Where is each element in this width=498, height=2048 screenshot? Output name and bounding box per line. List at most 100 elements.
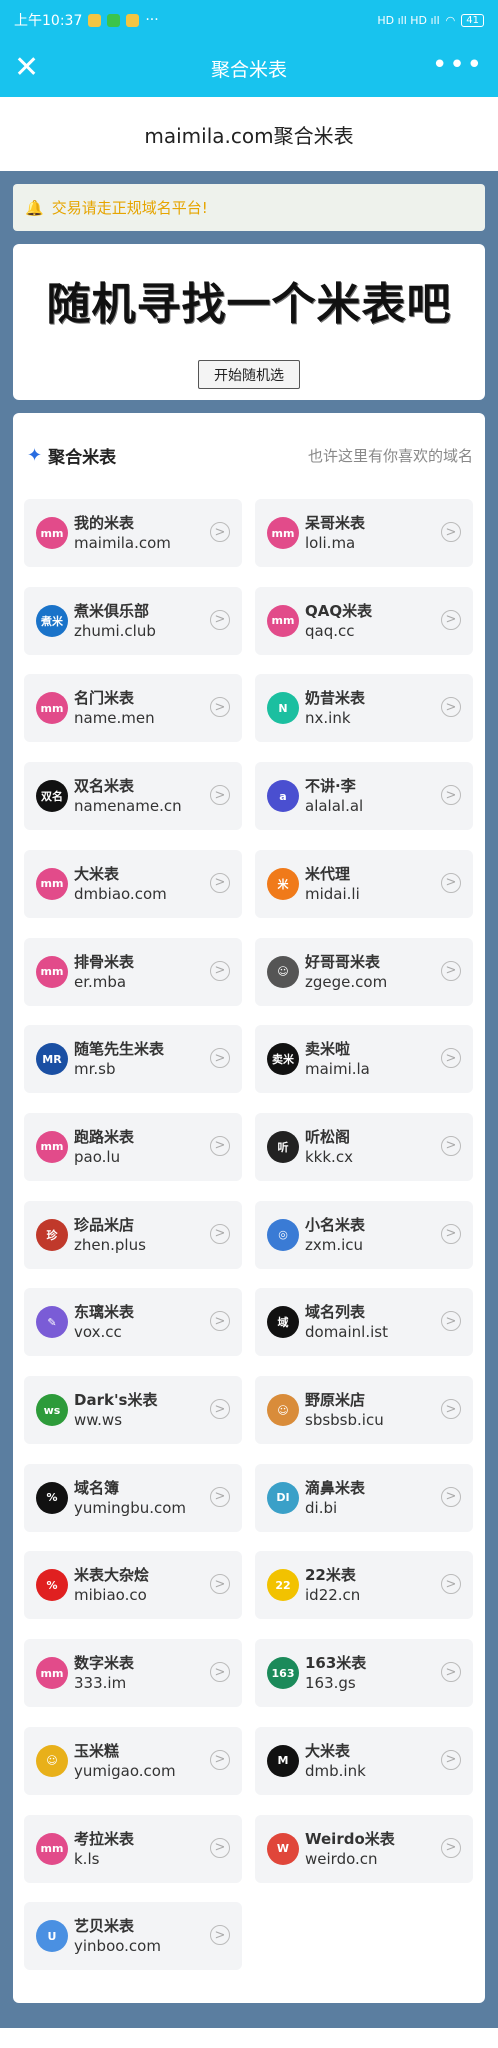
title-bar: ✕ 聚合米表 ••• (0, 40, 498, 97)
chevron-right-icon[interactable]: > (210, 697, 230, 718)
chevron-right-icon[interactable]: > (441, 1749, 461, 1770)
chevron-right-icon[interactable]: > (441, 609, 461, 630)
bottom-bar (0, 2028, 498, 2048)
site-name: 双名米表 (74, 777, 135, 796)
site-tile[interactable]: ws Dark's米表 ww.ws > (24, 1376, 242, 1444)
site-tile[interactable]: ◎ 小名米表 zxm.icu > (255, 1200, 473, 1269)
site-tile[interactable]: 域域名列表 domainl.ist > (255, 1288, 473, 1357)
random-button[interactable]: 开始随机选 (198, 360, 300, 389)
site-tile[interactable]: ☺ 玉米糕 yumigao.com > (24, 1726, 242, 1795)
site-tile[interactable]: mm 排骨米表 er.mba > (24, 937, 242, 1006)
site-name: 呆哥米表 (305, 514, 366, 532)
chevron-right-icon[interactable]: > (441, 1399, 461, 1419)
chevron-right-icon[interactable]: > (210, 1486, 230, 1507)
site-tile[interactable]: % 米表大杂烩 mibiao.co > (24, 1551, 242, 1620)
site-tile[interactable]: 珍珍品米店 zhen.plus > (24, 1200, 242, 1269)
site-tile[interactable]: a 不讲·李 alalal.al > (255, 762, 473, 831)
site-tile[interactable]: 卖米 卖米啦 maimi.la > (255, 1025, 473, 1094)
site-tile[interactable]: MR 随笔先生米表 mr.sb > (24, 1025, 242, 1094)
chevron-right-icon[interactable]: > (210, 1399, 230, 1419)
site-tile[interactable]: mm 跑路米表 pao.lu > (24, 1112, 242, 1181)
site-logo-icon: M (267, 1744, 299, 1777)
chevron-right-icon[interactable]: > (441, 697, 461, 718)
notice-text: 交易请走正规域名平台! (51, 199, 208, 217)
site-tile[interactable]: U 艺贝米表 yinboo.com > (24, 1902, 242, 1971)
site-domain: 333.im (74, 1674, 127, 1693)
site-domain: k.ls (74, 1849, 100, 1868)
site-tile[interactable]: % 域名簿 yumingbu.com > (24, 1463, 242, 1532)
site-logo-icon: 听 (267, 1130, 299, 1163)
chevron-right-icon[interactable]: > (210, 1311, 230, 1332)
site-tile[interactable]: mm 数字米表 333.im > (24, 1639, 242, 1708)
site-domain: alalal.al (305, 797, 364, 816)
close-icon[interactable]: ✕ (14, 52, 39, 84)
site-name: 域名列表 (305, 1303, 366, 1322)
site-name: 考拉米表 (74, 1829, 135, 1848)
site-logo-icon: 卖米 (267, 1043, 299, 1076)
chevron-right-icon[interactable]: > (441, 1135, 461, 1156)
chevron-right-icon[interactable]: > (210, 1837, 230, 1858)
chevron-right-icon[interactable]: > (210, 1662, 230, 1683)
list-header: ✦ 聚合米表 也许这里有你喜欢的域名 (27, 443, 473, 468)
site-name: 小名米表 (305, 1215, 366, 1234)
chevron-right-icon[interactable]: > (210, 522, 230, 542)
chevron-right-icon[interactable]: > (441, 1662, 461, 1683)
site-logo-icon: ☺ (267, 1394, 299, 1426)
site-logo-icon: a (267, 780, 299, 813)
site-domain: zhumi.club (74, 621, 156, 640)
chevron-right-icon[interactable]: > (210, 1574, 230, 1595)
chevron-right-icon[interactable]: > (441, 522, 461, 542)
site-tile[interactable]: ☺ 好哥哥米表 zgege.com > (255, 937, 473, 1006)
chevron-right-icon[interactable]: > (210, 785, 230, 806)
site-tile[interactable]: ✎ 东璃米表 vox.cc > (24, 1288, 242, 1357)
chevron-right-icon[interactable]: > (441, 1311, 461, 1332)
site-tile[interactable]: 双名 双名米表 namename.cn > (24, 762, 242, 831)
site-name: 艺贝米表 (74, 1917, 135, 1936)
site-logo-icon: % (36, 1569, 68, 1602)
site-name: 跑路米表 (74, 1127, 135, 1146)
chevron-right-icon[interactable]: > (210, 1048, 230, 1069)
site-tile[interactable]: W Weirdo米表 weirdo.cn > (255, 1814, 473, 1883)
site-tile[interactable]: mm 呆哥米表 loli.ma > (255, 499, 473, 567)
site-tile[interactable]: mm QAQ米表 qaq.cc > (255, 586, 473, 655)
site-domain: yumigao.com (74, 1761, 176, 1780)
random-card: 随机寻找一个米表吧 开始随机选 (13, 244, 485, 400)
chevron-right-icon[interactable]: > (441, 785, 461, 806)
site-tile[interactable]: 22 22米表 id22.cn > (255, 1551, 473, 1620)
site-tile[interactable]: mm 我的米表 maimila.com > (24, 499, 242, 567)
chevron-right-icon[interactable]: > (210, 1223, 230, 1244)
site-tile[interactable]: mm 考拉米表 k.ls > (24, 1814, 242, 1883)
site-domain: 163.gs (305, 1674, 356, 1693)
site-tile[interactable]: mm 大米表 dmbiao.com > (24, 849, 242, 918)
chevron-right-icon[interactable]: > (441, 1048, 461, 1069)
site-tile[interactable]: 163 163米表 163.gs > (255, 1639, 473, 1708)
chevron-right-icon[interactable]: > (210, 1135, 230, 1156)
chevron-right-icon[interactable]: > (441, 1574, 461, 1595)
chevron-right-icon[interactable]: > (441, 1486, 461, 1507)
site-tile[interactable]: mm 名门米表 name.men > (24, 674, 242, 743)
chevron-right-icon[interactable]: > (441, 872, 461, 893)
site-tile[interactable]: 听听松阁 kkk.cx > (255, 1112, 473, 1181)
chevron-right-icon[interactable]: > (210, 872, 230, 893)
more-icon[interactable]: ••• (432, 50, 484, 80)
chevron-right-icon[interactable]: > (441, 960, 461, 981)
status-bar: 上午10:37 ··· HD ıll HD ıll ◠ 41 (0, 0, 498, 40)
site-tile[interactable]: ☺ 野原米店 sbsbsb.icu > (255, 1376, 473, 1444)
chevron-right-icon[interactable]: > (210, 960, 230, 981)
site-tile[interactable]: 米米代理 midai.li > (255, 849, 473, 918)
chevron-right-icon[interactable]: > (441, 1223, 461, 1244)
chevron-right-icon[interactable]: > (210, 1925, 230, 1946)
chevron-right-icon[interactable]: > (441, 1837, 461, 1858)
site-tile[interactable]: 煮米 煮米俱乐部 zhumi.club > (24, 586, 242, 655)
chevron-right-icon[interactable]: > (210, 1749, 230, 1770)
site-tile[interactable]: M 大米表 dmb.ink > (255, 1726, 473, 1795)
site-logo-icon: 域 (267, 1306, 299, 1339)
site-name: 野原米店 (305, 1391, 366, 1409)
site-tile[interactable]: N 奶昔米表 nx.ink > (255, 674, 473, 743)
site-tile[interactable]: DI 滴鼻米表 di.bi > (255, 1463, 473, 1532)
site-domain: mibiao.co (74, 1586, 147, 1605)
site-name: 163米表 (305, 1654, 367, 1673)
chevron-right-icon[interactable]: > (210, 609, 230, 630)
site-name: 珍品米店 (74, 1215, 135, 1234)
site-domain: domainl.ist (305, 1323, 388, 1342)
